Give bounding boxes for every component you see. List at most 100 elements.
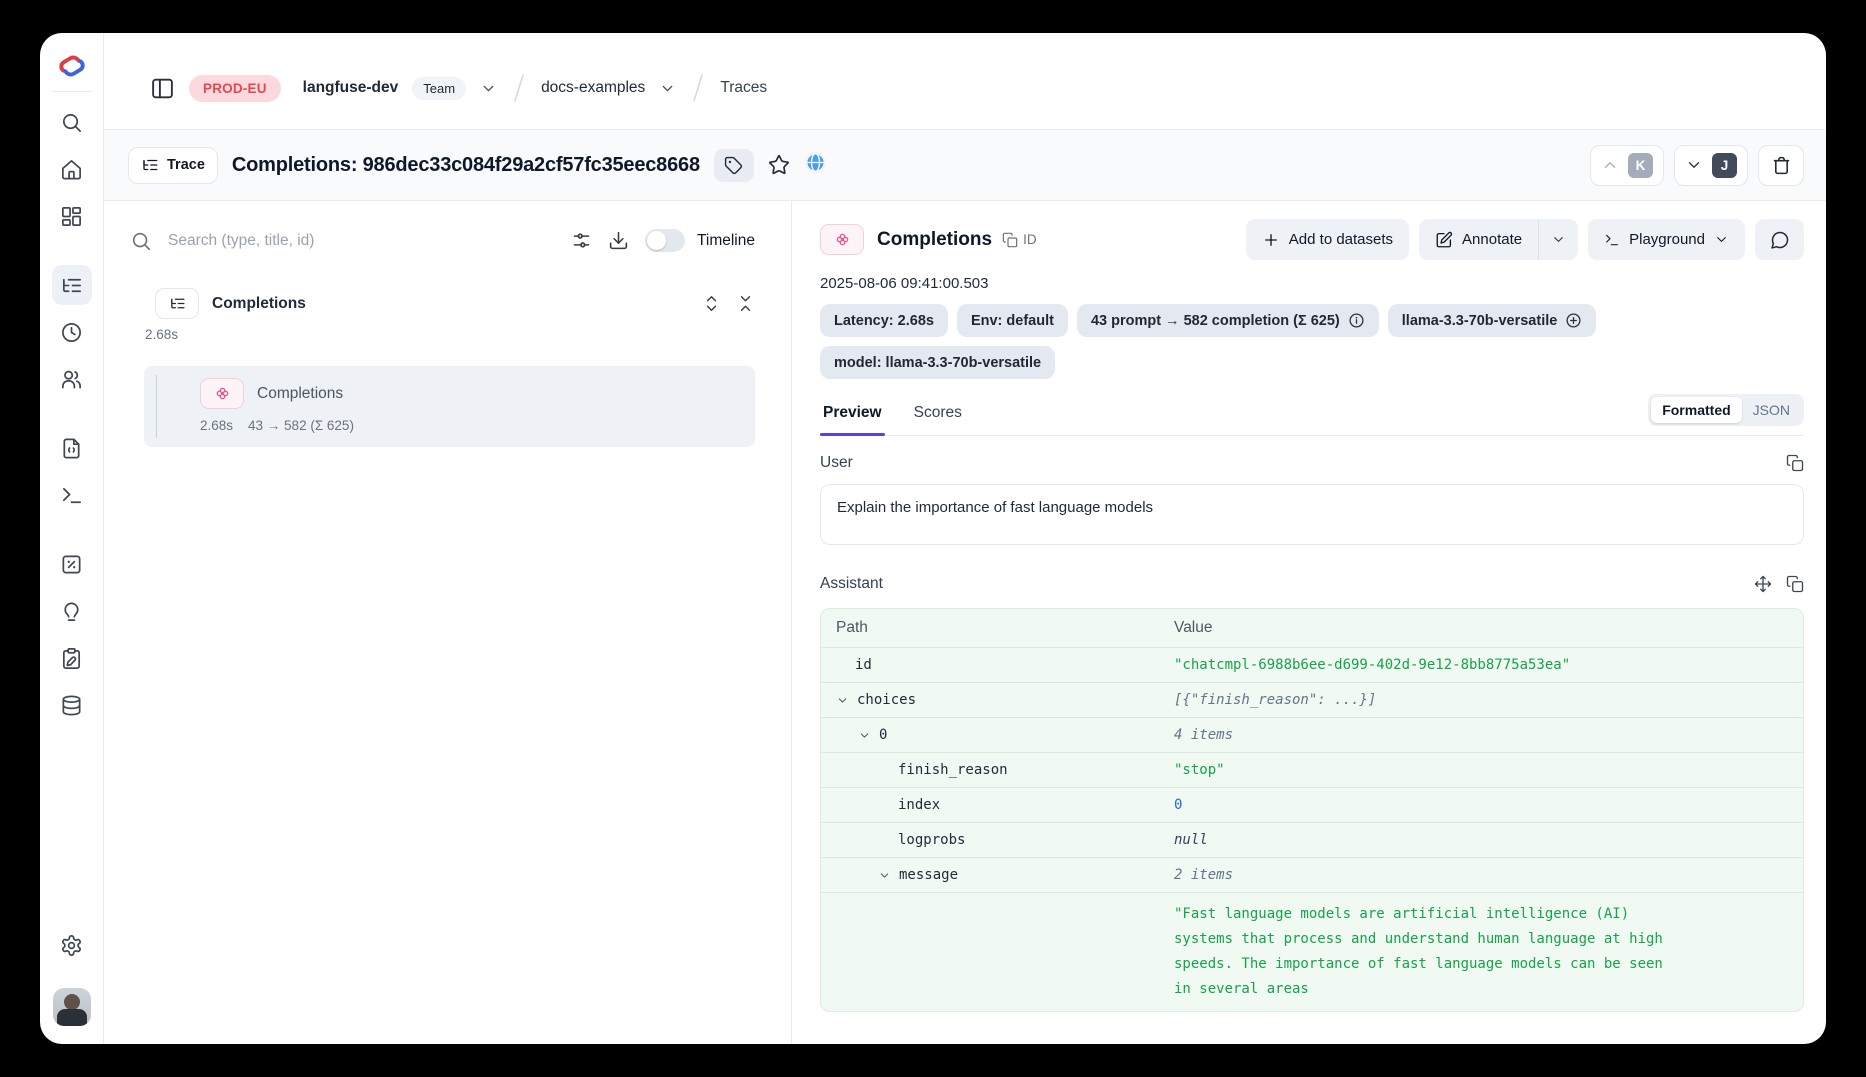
env-badge: Env: default (957, 304, 1068, 337)
collapse-all-icon[interactable] (736, 294, 755, 313)
tag-icon (724, 156, 743, 175)
trace-tree-panel: Timeline Completions 2.68s (104, 201, 791, 1044)
list-tree-icon (141, 156, 159, 174)
home-icon (60, 158, 83, 181)
users-icon (60, 368, 83, 391)
clock-icon (60, 321, 83, 344)
json-key: index (821, 788, 1174, 822)
next-trace-button[interactable]: J (1674, 145, 1748, 186)
public-share-button[interactable] (804, 151, 827, 179)
sidebar-item-settings[interactable] (52, 925, 92, 965)
expand-all-icon[interactable] (702, 294, 721, 313)
breadcrumb-org[interactable]: langfuse-dev (303, 79, 399, 97)
tab-scores[interactable]: Scores (911, 396, 965, 435)
generation-flower-icon (834, 231, 851, 248)
playground-button[interactable]: Playground (1588, 219, 1745, 260)
panel-left-toggle-icon[interactable] (150, 76, 175, 101)
trace-type-label: Trace (167, 157, 205, 173)
list-tree-icon (169, 295, 186, 312)
database-icon (60, 694, 83, 717)
model-chip-badge[interactable]: llama-3.3-70b-versatile (1388, 304, 1597, 337)
keyboard-shortcut-j: J (1712, 153, 1737, 178)
file-code-icon (60, 437, 83, 460)
annotate-dropdown-button[interactable] (1538, 219, 1578, 260)
format-formatted[interactable]: Formatted (1651, 397, 1741, 423)
search-input[interactable] (168, 232, 555, 250)
timeline-toggle[interactable] (645, 229, 685, 252)
keyboard-shortcut-k: K (1628, 153, 1653, 178)
terminal-icon (60, 484, 83, 507)
chevron-down-icon[interactable] (659, 80, 676, 97)
list-tree-icon (60, 274, 83, 297)
chevron-down-icon[interactable] (480, 80, 497, 97)
assistant-section-heading: Assistant (820, 575, 883, 593)
sidebar-item-users[interactable] (52, 359, 92, 399)
json-value: 0 (1174, 788, 1803, 822)
pen-square-icon (1435, 231, 1453, 249)
annotate-split-button: Annotate (1419, 219, 1578, 260)
sidebar-item-sessions[interactable] (52, 312, 92, 352)
sidebar-item-annotation-queues[interactable] (52, 638, 92, 678)
copy-icon[interactable] (1786, 454, 1804, 472)
chevron-down-icon[interactable] (858, 729, 871, 742)
sidebar-item-evaluation[interactable] (52, 544, 92, 584)
copy-icon[interactable] (1786, 575, 1804, 593)
sidebar-item-home[interactable] (52, 149, 92, 189)
page-title: Completions: 986dec33c084f29a2cf57fc35ee… (232, 154, 700, 177)
format-json[interactable]: JSON (1742, 397, 1801, 423)
json-value: "chatcmpl-6988b6ee-d699-402d-9e12-8bb877… (1174, 648, 1803, 682)
add-to-datasets-label: Add to datasets (1289, 231, 1393, 248)
sidebar-item-tracing[interactable] (52, 265, 92, 305)
sidebar-item-insights[interactable] (52, 591, 92, 631)
chevron-down-icon[interactable] (878, 869, 891, 882)
sidebar-item-prompts[interactable] (52, 428, 92, 468)
table-row: finish_reason "stop" (821, 752, 1803, 787)
gear-icon (60, 934, 83, 957)
table-row: message 2 items (821, 857, 1803, 892)
json-value-message-content: "Fast language models are artificial int… (1174, 893, 1690, 1011)
sidebar-item-playground[interactable] (52, 475, 92, 515)
add-to-datasets-button[interactable]: Add to datasets (1246, 219, 1409, 260)
tree-observation-row-selected[interactable]: Completions 2.68s 43 → 582 (Σ 625) (144, 366, 755, 447)
tree-root-duration: 2.68s (145, 327, 755, 342)
move-icon[interactable] (1754, 575, 1772, 593)
view-settings-icon[interactable] (571, 230, 592, 251)
generation-flower-icon (214, 385, 231, 402)
chat-bubble-icon (1770, 230, 1790, 250)
breadcrumb: PROD-EU langfuse-dev Team docs-examples … (104, 33, 1826, 129)
delete-trace-button[interactable] (1758, 145, 1804, 186)
plus-icon (1262, 231, 1280, 249)
prev-trace-button[interactable]: K (1590, 145, 1664, 186)
token-usage-badge[interactable]: 43 prompt → 582 completion (Σ 625) (1077, 304, 1379, 337)
user-section-heading: User (820, 454, 853, 472)
breadcrumb-section[interactable]: Traces (720, 79, 767, 97)
chevron-down-icon (1714, 232, 1729, 247)
divider (51, 91, 93, 92)
breadcrumb-project[interactable]: docs-examples (541, 79, 645, 97)
tab-preview[interactable]: Preview (820, 396, 885, 435)
user-avatar[interactable] (53, 988, 91, 1026)
json-key: message (899, 867, 958, 883)
value-column-header: Value (1174, 609, 1803, 647)
annotate-button[interactable]: Annotate (1419, 219, 1538, 260)
tag-button[interactable] (714, 149, 754, 182)
timeline-toggle-label: Timeline (697, 232, 755, 250)
chevron-down-icon[interactable] (836, 694, 849, 707)
globe-icon (804, 151, 827, 179)
sidebar-item-search[interactable] (52, 102, 92, 142)
comments-button[interactable] (1755, 219, 1804, 260)
assistant-json-table: Path Value id "chatcmpl-6988b6ee-d699-40… (820, 608, 1804, 1012)
sidebar-item-dashboards[interactable] (52, 196, 92, 236)
json-key (821, 893, 1174, 1011)
observation-detail-panel: Completions ID Add to datasets Annotate (791, 201, 1826, 1044)
star-bookmark-button[interactable] (768, 154, 790, 176)
detail-scroll-area[interactable]: User Explain the importance of fast lang… (820, 436, 1804, 1016)
download-icon[interactable] (608, 230, 629, 251)
langfuse-logo-icon[interactable] (52, 49, 92, 83)
generation-node-badge (200, 378, 244, 409)
chevron-down-icon (1685, 156, 1703, 174)
sidebar-item-datasets[interactable] (52, 685, 92, 725)
json-key: logprobs (821, 823, 1174, 857)
copy-id-button[interactable]: ID (1002, 232, 1037, 248)
tree-root-row[interactable]: Completions (144, 288, 755, 319)
